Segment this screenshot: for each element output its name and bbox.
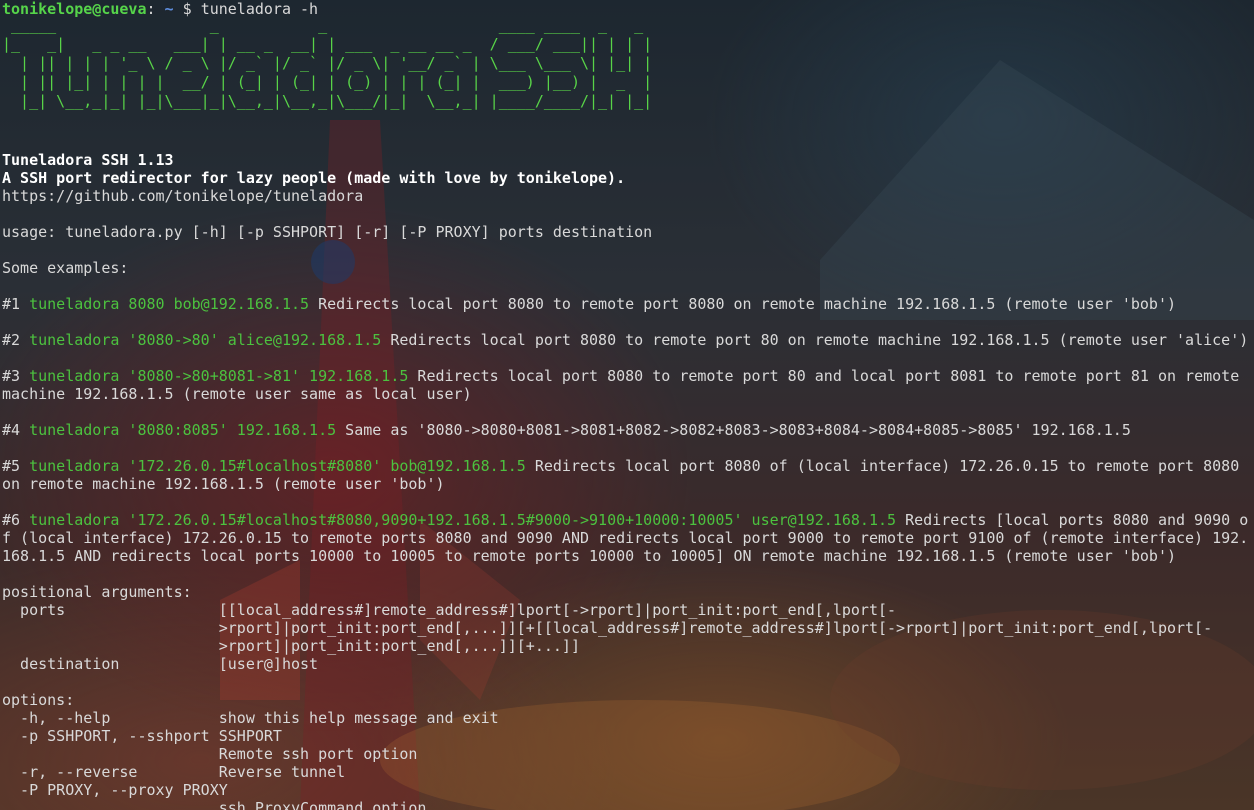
example-number: #1 (2, 295, 30, 313)
example-number: #4 (2, 421, 30, 439)
banner-line: | || | | | '_ \ / _ \ |/ _` |/ _` |/ _ \… (2, 54, 653, 72)
positional-heading: positional arguments: (2, 583, 192, 601)
positional-line: ports [[local_address#]remote_address#]l… (2, 601, 897, 619)
project-url: https://github.com/tonikelope/tuneladora (2, 187, 364, 205)
example-command: tuneladora '8080->80+8081->81' 192.168.1… (29, 367, 409, 385)
example-5: #5 tuneladora '172.26.0.15#localhost#808… (2, 457, 1252, 493)
banner-line: |_| \__,_|_| |_|\___|_|\__,_|\__,_|\___/… (2, 92, 653, 110)
banner-line: _____ _ _ ____ ____ _ _ (2, 16, 653, 34)
options-heading: options: (2, 691, 75, 709)
option-line: Remote ssh port option (2, 745, 418, 763)
example-command: tuneladora '8080->80' alice@192.168.1.5 (29, 331, 382, 349)
example-command: tuneladora '8080:8085' 192.168.1.5 (29, 421, 337, 439)
examples-heading: Some examples: (2, 259, 129, 277)
example-1: #1 tuneladora 8080 bob@192.168.1.5 Redir… (2, 295, 1252, 313)
example-number: #6 (2, 511, 30, 529)
example-number: #2 (2, 331, 30, 349)
example-description: Redirects local port 8080 to remote port… (309, 295, 1177, 313)
banner-line: |_ _| _ _ __ ___| | __ _ __| | ___ _ __ … (2, 35, 653, 53)
example-command: tuneladora '172.26.0.15#localhost#8080' … (29, 457, 526, 475)
app-title: Tuneladora SSH 1.13 (2, 151, 174, 169)
example-description: Same as '8080->8080+8081->8081+8082->808… (336, 421, 1131, 439)
banner-line: | || |_| | | | | __/ | (_| | (_| | (_) |… (2, 73, 653, 91)
option-line: -P PROXY, --proxy PROXY (2, 781, 228, 799)
positional-line: destination [user@]host (2, 655, 319, 673)
example-2: #2 tuneladora '8080->80' alice@192.168.1… (2, 331, 1252, 349)
usage-line: usage: tuneladora.py [-h] [-p SSHPORT] [… (2, 223, 653, 241)
example-command: tuneladora 8080 bob@192.168.1.5 (29, 295, 310, 313)
example-description: Redirects local port 8080 to remote port… (381, 331, 1249, 349)
option-line: -h, --help show this help message and ex… (2, 709, 499, 727)
terminal-window[interactable]: tonikelope@cueva: ~ $ tuneladora -h ____… (0, 0, 1252, 810)
positional-line: >rport]|port_init:port_end[,...]][+[[loc… (2, 619, 1213, 637)
option-line: -p SSHPORT, --sshport SSHPORT (2, 727, 282, 745)
example-6: #6 tuneladora '172.26.0.15#localhost#808… (2, 511, 1252, 565)
example-number: #5 (2, 457, 30, 475)
app-tagline: A SSH port redirector for lazy people (m… (2, 169, 626, 187)
positional-line: >rport]|port_init:port_end[,...]][+...]] (2, 637, 580, 655)
option-line: ssh ProxyCommand option (2, 799, 427, 810)
ascii-banner: _____ _ _ ____ ____ _ _ |_ _| _ _ __ ___… (2, 16, 1252, 111)
option-line: -r, --reverse Reverse tunnel (2, 763, 346, 781)
example-number: #3 (2, 367, 30, 385)
example-3: #3 tuneladora '8080->80+8081->81' 192.16… (2, 367, 1252, 403)
example-4: #4 tuneladora '8080:8085' 192.168.1.5 Sa… (2, 421, 1252, 439)
example-command: tuneladora '172.26.0.15#localhost#8080,9… (29, 511, 897, 529)
